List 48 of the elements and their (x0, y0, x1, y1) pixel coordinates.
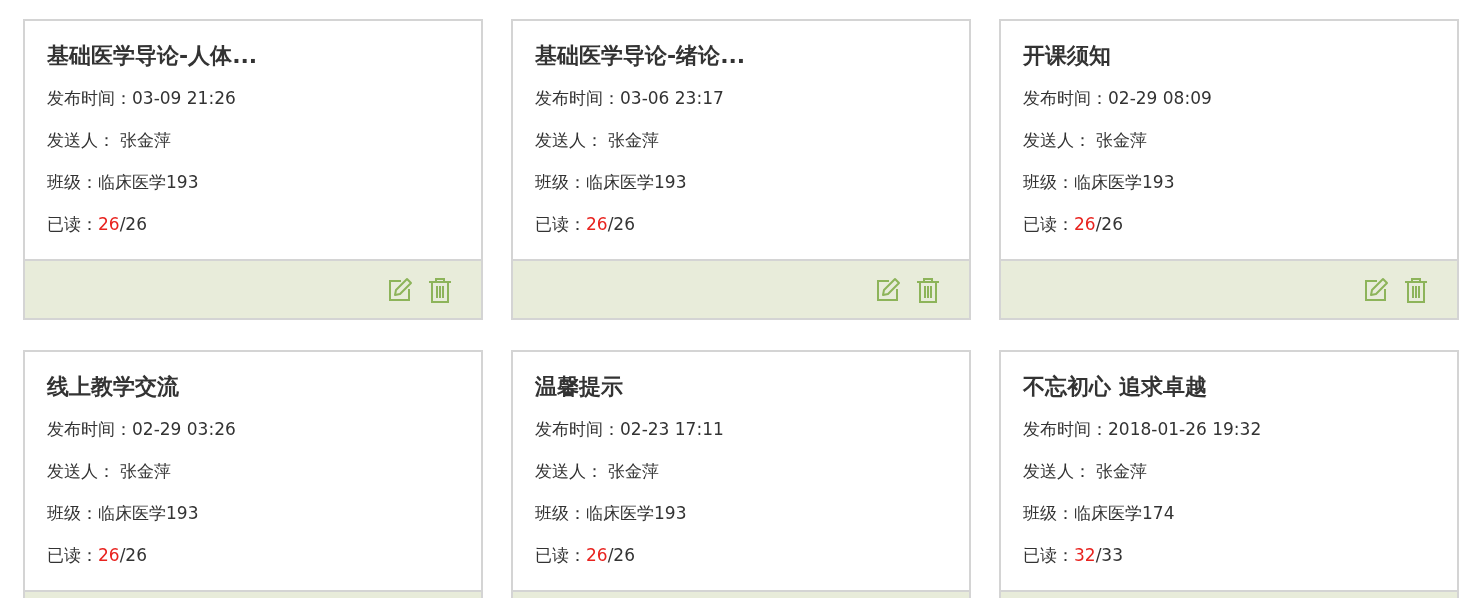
delete-icon[interactable] (427, 276, 453, 303)
card-title[interactable]: 不忘初心 追求卓越 (1023, 370, 1435, 404)
publish-time: 发布时间：02-29 03:26 (47, 418, 237, 441)
publish-time: 发布时间：02-29 08:09 (1023, 87, 1213, 110)
publish-time: 发布时间：2018-01-26 19:32 (1023, 418, 1263, 441)
publish-time: 发布时间：02-23 17:11 (535, 418, 725, 441)
total-count: /26 (1095, 214, 1123, 234)
class-name: 班级：临床医学193 (47, 502, 200, 525)
card-title[interactable]: 线上教学交流 (47, 370, 459, 404)
card-title[interactable]: 基础医学导论-人体... (47, 39, 459, 73)
card-title[interactable]: 开课须知 (1023, 39, 1435, 73)
edit-icon[interactable] (875, 276, 901, 303)
sender: 发送人： 张金萍 (535, 460, 661, 483)
publish-time: 发布时间：03-09 21:26 (47, 87, 237, 110)
sender: 发送人： 张金萍 (1023, 129, 1149, 152)
class-name: 班级：临床医学193 (535, 171, 688, 194)
card-title[interactable]: 基础医学导论-绪论... (535, 39, 947, 73)
sender: 发送人： 张金萍 (535, 129, 661, 152)
sender: 发送人： 张金萍 (47, 460, 173, 483)
class-name: 班级：临床医学193 (1023, 171, 1176, 194)
total-count: /33 (1095, 545, 1123, 565)
class-name: 班级：临床医学174 (1023, 502, 1176, 525)
total-count: /26 (119, 545, 147, 565)
card-title[interactable]: 温馨提示 (535, 370, 947, 404)
read-count: 32 (1074, 545, 1096, 565)
read-count: 26 (586, 214, 608, 234)
delete-icon[interactable] (1403, 276, 1429, 303)
read-label: 已读： (47, 214, 98, 234)
read-label: 已读： (535, 214, 586, 234)
total-count: /26 (119, 214, 147, 234)
delete-icon[interactable] (915, 276, 941, 303)
class-name: 班级：临床医学193 (535, 502, 688, 525)
edit-icon[interactable] (1363, 276, 1389, 303)
total-count: /26 (607, 214, 635, 234)
read-label: 已读： (535, 545, 586, 565)
edit-icon[interactable] (387, 276, 413, 303)
read-count: 26 (1074, 214, 1096, 234)
sender: 发送人： 张金萍 (47, 129, 173, 152)
total-count: /26 (607, 545, 635, 565)
read-label: 已读： (1023, 545, 1074, 565)
read-label: 已读： (1023, 214, 1074, 234)
read-count: 26 (586, 545, 608, 565)
publish-time: 发布时间：03-06 23:17 (535, 87, 725, 110)
read-count: 26 (98, 545, 120, 565)
sender: 发送人： 张金萍 (1023, 460, 1149, 483)
read-label: 已读： (47, 545, 98, 565)
read-count: 26 (98, 214, 120, 234)
class-name: 班级：临床医学193 (47, 171, 200, 194)
